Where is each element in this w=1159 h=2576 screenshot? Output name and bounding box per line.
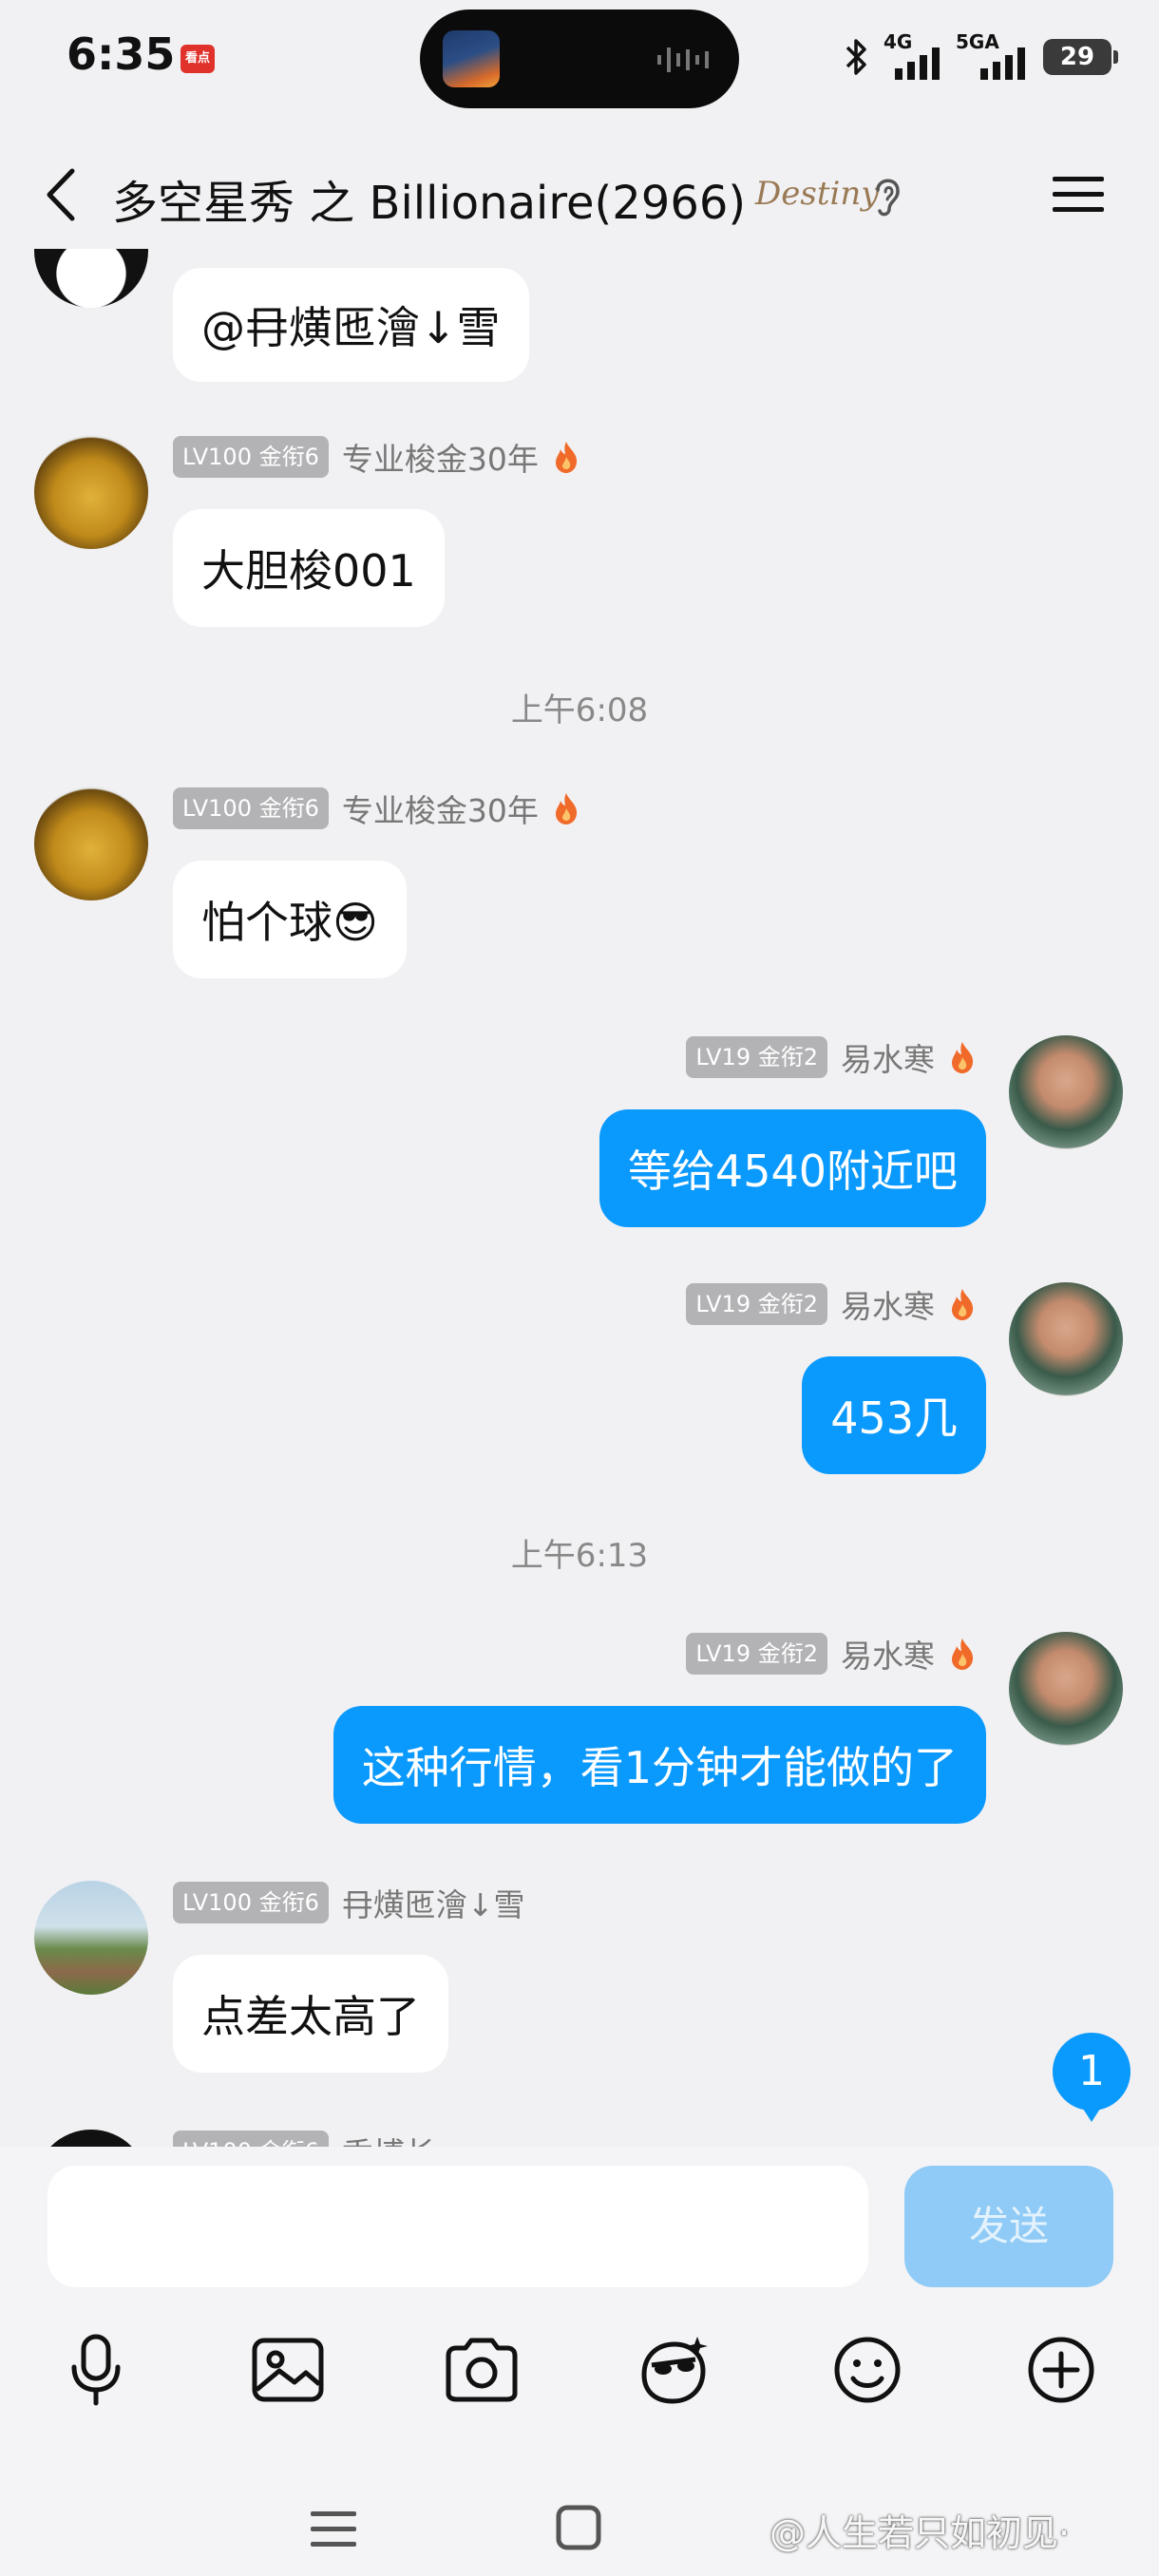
- signal-5ga-icon: 5GA: [956, 30, 1030, 80]
- time-divider: 上午6:08: [510, 691, 649, 729]
- emoji-icon[interactable]: [825, 2327, 910, 2413]
- level-badge: LV19 金衔2: [686, 1633, 827, 1675]
- input-panel: 发送 @人生若只如初见·: [0, 2147, 1159, 2576]
- message-bubble[interactable]: 等给4540附近吧: [598, 1109, 986, 1227]
- media-thumbnail: [443, 30, 500, 87]
- sender-name[interactable]: 易水寒: [841, 1631, 935, 1676]
- camera-icon[interactable]: [439, 2327, 524, 2413]
- avatar[interactable]: [34, 1881, 148, 1995]
- sender-name[interactable]: 专业梭金30年: [342, 786, 539, 831]
- recent-apps-icon[interactable]: [309, 2508, 358, 2551]
- flame-icon: [952, 1638, 974, 1670]
- dynamic-island[interactable]: [420, 9, 739, 108]
- message-input[interactable]: [48, 2166, 868, 2287]
- sender-meta: LV19 金衔2 易水寒: [686, 1035, 977, 1079]
- level-badge: LV19 金衔2: [686, 1036, 827, 1078]
- flame-icon: [952, 1289, 974, 1320]
- level-badge: LV100 金衔6: [173, 787, 329, 829]
- signal-4g-icon: 4G: [884, 30, 942, 80]
- sender-meta: LV19 金衔2 易水寒: [686, 1632, 977, 1676]
- level-badge: LV19 金衔2: [686, 1283, 827, 1325]
- avatar[interactable]: [34, 2130, 148, 2147]
- message-bubble[interactable]: 453几: [802, 1356, 986, 1474]
- level-badge: LV100 金衔6: [173, 436, 329, 478]
- level-badge: LV100 金衔6: [173, 2131, 329, 2147]
- message-list[interactable]: @冄熿匜澮↓雪 LV100 金衔6 专业梭金30年 大胆梭001 上午6:08 …: [0, 249, 1159, 2147]
- avatar[interactable]: [1009, 1282, 1123, 1396]
- group-title: 多空星秀 之 Billionaire(2966): [112, 177, 747, 230]
- audio-wave-icon: [657, 47, 709, 72]
- home-icon[interactable]: [555, 2504, 602, 2551]
- sender-meta: LV19 金衔2 易水寒: [686, 1282, 977, 1326]
- time-divider: 上午6:13: [510, 1537, 649, 1575]
- sender-meta: LV100 金衔6 专业梭金30年: [173, 786, 580, 830]
- sticker-icon[interactable]: [631, 2327, 716, 2413]
- flame-icon: [555, 793, 577, 824]
- avatar[interactable]: [1009, 1035, 1123, 1149]
- message-bubble[interactable]: 点差太高了: [173, 1955, 448, 2073]
- avatar[interactable]: [34, 786, 148, 900]
- back-arrow-icon[interactable]: [38, 163, 86, 226]
- avatar[interactable]: [34, 435, 148, 549]
- flame-icon: [952, 1042, 974, 1073]
- sender-meta: LV100 金衔6 冄熿匜澮↓雪: [173, 1881, 525, 1924]
- status-bar: 6:35 看点 4G 5GA 29: [0, 0, 1159, 123]
- sender-name[interactable]: 香博长: [342, 2129, 436, 2147]
- bluetooth-icon: [846, 39, 866, 75]
- menu-icon[interactable]: [1051, 171, 1106, 218]
- microphone-icon[interactable]: [53, 2327, 139, 2413]
- system-nav-bar: @人生若只如初见·: [0, 2479, 1159, 2576]
- message-bubble[interactable]: 这种行情，看1分钟才能做的了: [332, 1706, 986, 1824]
- plus-icon[interactable]: [1018, 2327, 1104, 2413]
- level-badge: LV100 金衔6: [173, 1882, 329, 1923]
- message-bubble[interactable]: @冄熿匜澮↓雪: [173, 268, 529, 382]
- battery-icon: 29: [1043, 39, 1118, 75]
- status-time: 6:35: [66, 28, 176, 80]
- sender-name[interactable]: 易水寒: [841, 1281, 935, 1327]
- ear-icon[interactable]: [868, 173, 906, 220]
- sender-name[interactable]: 冄熿匜澮↓雪: [342, 1880, 525, 1925]
- chat-header: 多空星秀 之 Billionaire(2966) Destiny: [0, 142, 1159, 247]
- flame-icon: [555, 442, 577, 473]
- image-icon[interactable]: [245, 2327, 331, 2413]
- input-toolbar: [0, 2327, 1159, 2432]
- send-button[interactable]: 发送: [904, 2166, 1113, 2287]
- avatar[interactable]: [1009, 1632, 1123, 1746]
- message-bubble[interactable]: 怕个球😎: [173, 861, 407, 978]
- avatar[interactable]: [34, 249, 148, 308]
- destiny-logo: Destiny: [755, 175, 880, 213]
- sender-name[interactable]: 易水寒: [841, 1034, 935, 1080]
- app-notification-icon: 看点: [180, 45, 215, 73]
- message-bubble[interactable]: 大胆梭001: [173, 509, 445, 627]
- sender-meta: LV100 金衔6 专业梭金30年: [173, 435, 580, 479]
- status-icons: 4G 5GA 29: [842, 30, 1118, 80]
- watermark: @人生若只如初见·: [770, 2512, 1071, 2554]
- unread-count-badge[interactable]: 1: [1053, 2033, 1130, 2122]
- sender-name[interactable]: 专业梭金30年: [342, 434, 539, 480]
- sender-meta: LV100 金衔6 香博长: [173, 2130, 436, 2147]
